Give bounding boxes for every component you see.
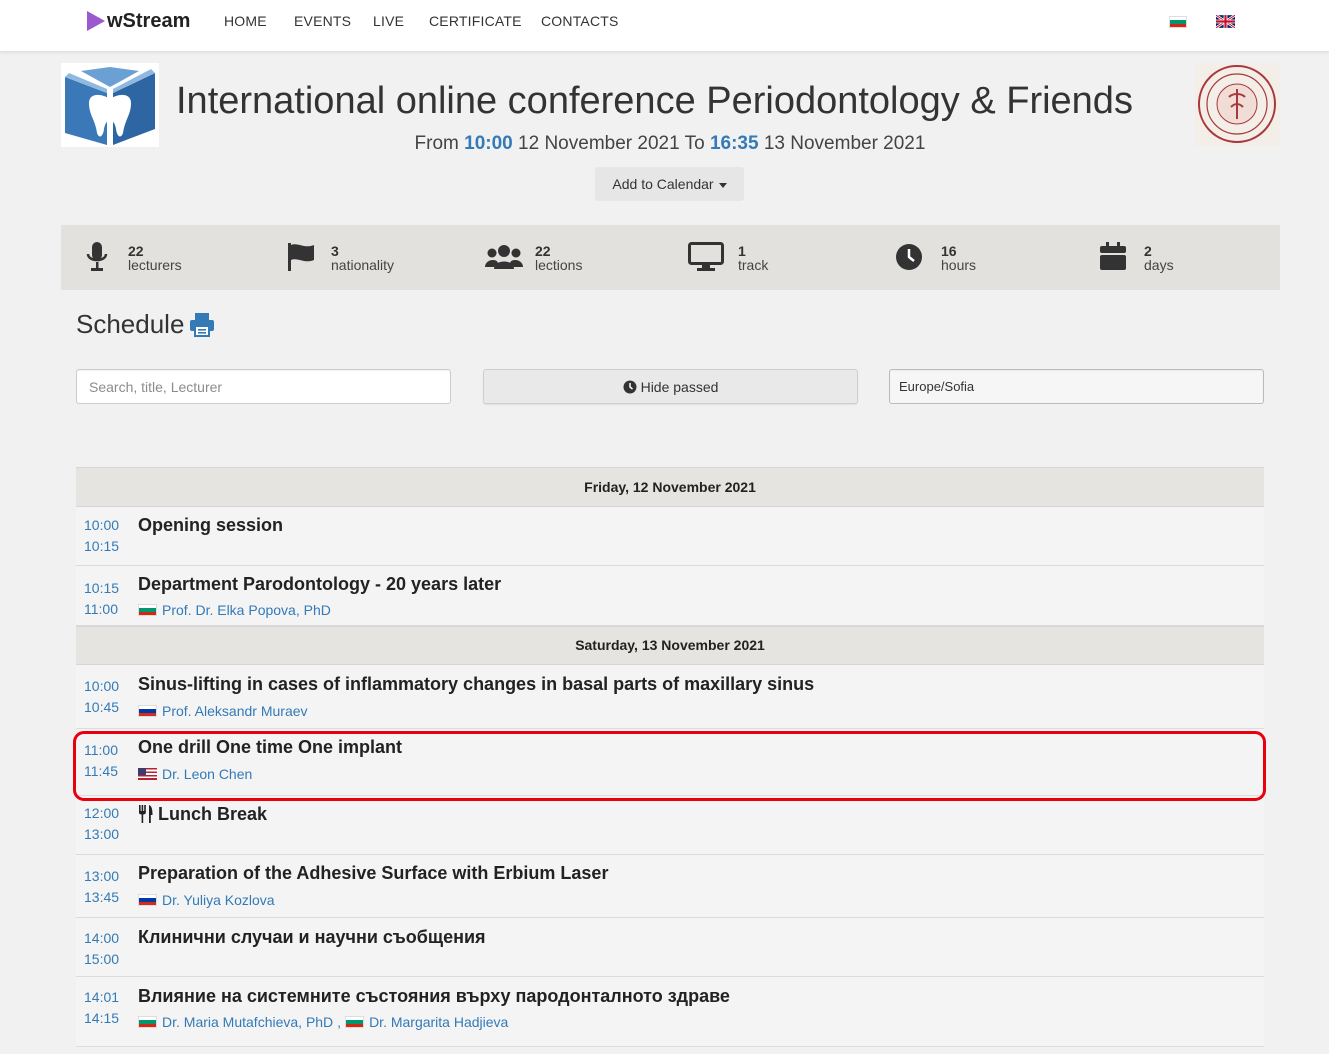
nav-events[interactable]: EVENTS [294,13,351,29]
timezone-select[interactable]: Europe/Sofia [889,369,1264,404]
event-title[interactable]: Department Parodontology - 20 years late… [138,574,501,595]
event-start-time: 13:00 [84,868,120,884]
russian-flag-icon [138,894,157,906]
bulgarian-flag-icon [138,1016,157,1028]
event-end-time: 10:15 [84,538,120,554]
flag-icon [288,243,314,271]
event-row[interactable]: 10:15 11:00 Department Parodontology - 2… [76,566,1264,626]
event-speakers: Dr. Maria Mutafchieva, PhD , Dr. Margari… [138,1014,508,1030]
speaker-link[interactable]: Dr. Yuliya Kozlova [162,892,275,908]
hide-passed-button[interactable]: Hide passed [483,369,858,404]
nav-home[interactable]: HOME [224,13,267,29]
event-row[interactable]: 14:00 15:00 Клинични случаи и научни съо… [76,918,1264,977]
stat-lections-label: lections [535,257,583,273]
nav-contacts[interactable]: CONTACTS [541,13,619,29]
microphone-icon [86,242,108,271]
uk-flag-icon[interactable] [1216,15,1235,28]
conference-title: International online conference Periodon… [176,80,1133,122]
stat-track-label: track [738,257,769,273]
event-end-time: 14:15 [84,1010,120,1026]
event-row[interactable]: 14:01 14:15 Влияние на системните състоя… [76,977,1264,1047]
bulgarian-flag-icon[interactable] [1169,16,1187,28]
nav-certificate[interactable]: CERTIFICATE [429,13,522,29]
print-icon[interactable] [189,312,215,338]
stats-bar: 22 lecturers 3 nationality 22 lections 1… [61,225,1280,290]
timezone-value: Europe/Sofia [899,379,975,394]
clock-icon [896,244,922,270]
event-row[interactable]: 10:00 10:15 Opening session [76,507,1264,566]
event-start-time: 14:00 [84,930,120,946]
event-start-time: 14:01 [84,989,120,1005]
monitor-icon [688,242,724,271]
cutlery-icon [139,805,153,823]
conference-dates: From 10:00 12 November 2021 To 16:35 13 … [0,133,1329,155]
schedule-title: Schedule [76,309,185,339]
schedule-table: Friday, 12 November 2021 10:00 10:15 Ope… [76,467,1264,1047]
stat-hours-label: hours [941,257,977,273]
event-title[interactable]: Preparation of the Adhesive Surface with… [138,863,608,884]
event-end-time: 15:00 [84,951,120,967]
event-row[interactable]: 12:00 13:00 Lunch Break [76,796,1264,855]
day-header: Friday, 12 November 2021 [76,467,1264,507]
event-title[interactable]: Клинични случаи и научни съобщения [138,927,486,948]
calendar-icon [1100,242,1126,270]
event-start-time: 12:00 [84,805,120,821]
event-row[interactable]: 11:00 11:45 One drill One time One impla… [76,729,1264,796]
to-time: 16:35 [709,133,759,154]
to-label: To [684,133,705,154]
event-end-time: 11:45 [84,763,118,779]
event-end-time: 11:00 [84,601,118,617]
event-title[interactable]: Влияние на системните състояния върху па… [138,986,730,1007]
add-to-calendar-label: Add to Calendar [612,176,714,192]
navbar: wStream HOME EVENTS LIVE CERTIFICATE CON… [0,0,1329,52]
event-start-time: 11:00 [84,742,118,758]
add-to-calendar-button[interactable]: Add to Calendar [595,167,744,201]
bulgarian-flag-icon [138,604,157,616]
event-row[interactable]: 10:00 10:45 Sinus-lifting in cases of in… [76,665,1264,729]
bulgarian-flag-icon [345,1016,365,1028]
speaker-link[interactable]: Dr. Maria Mutafchieva, PhD [162,1014,333,1030]
from-date: 12 November 2021 [518,133,680,154]
stat-lecturers-label: lecturers [128,257,182,273]
event-end-time: 13:00 [84,826,120,842]
to-date: 13 November 2021 [763,133,926,154]
brand-name: wStream [107,9,191,32]
play-icon [87,11,105,31]
users-icon [485,245,523,269]
speaker-separator: , [337,1014,342,1030]
event-end-time: 10:45 [84,699,120,715]
nav-live[interactable]: LIVE [373,13,404,29]
event-title[interactable]: Sinus-lifting in cases of inflammatory c… [138,674,814,695]
search-input[interactable] [76,369,451,404]
event-end-time: 13:45 [84,889,120,905]
event-start-time: 10:00 [84,678,120,694]
russian-flag-icon [138,705,157,717]
speaker-link[interactable]: Dr. Leon Chen [162,766,252,782]
day-header: Saturday, 13 November 2021 [76,626,1264,665]
event-title[interactable]: Lunch Break [158,804,267,825]
event-title[interactable]: Opening session [138,515,283,536]
stat-days-label: days [1144,257,1174,273]
stat-nationality-label: nationality [331,257,395,273]
event-speakers: Dr. Leon Chen [138,766,252,782]
event-speakers: Prof. Aleksandr Muraev [138,703,308,719]
from-label: From [414,133,459,154]
speaker-link[interactable]: Dr. Margarita Hadjieva [369,1014,508,1030]
caret-down-icon [718,182,727,188]
us-flag-icon [138,768,157,780]
event-speakers: Dr. Yuliya Kozlova [138,892,275,908]
event-start-time: 10:15 [84,580,120,596]
event-speakers: Prof. Dr. Elka Popova, PhD [138,602,331,618]
clock-icon [623,380,637,393]
event-row[interactable]: 13:00 13:45 Preparation of the Adhesive … [76,855,1264,918]
university-seal [1195,63,1280,146]
event-title[interactable]: One drill One time One implant [138,737,402,758]
hide-passed-label: Hide passed [640,378,719,395]
event-start-time: 10:00 [84,517,120,533]
speaker-link[interactable]: Prof. Aleksandr Muraev [162,703,308,719]
speaker-link[interactable]: Prof. Dr. Elka Popova, PhD [162,602,331,618]
from-time: 10:00 [464,133,513,154]
brand-logo[interactable]: wStream [87,10,190,32]
